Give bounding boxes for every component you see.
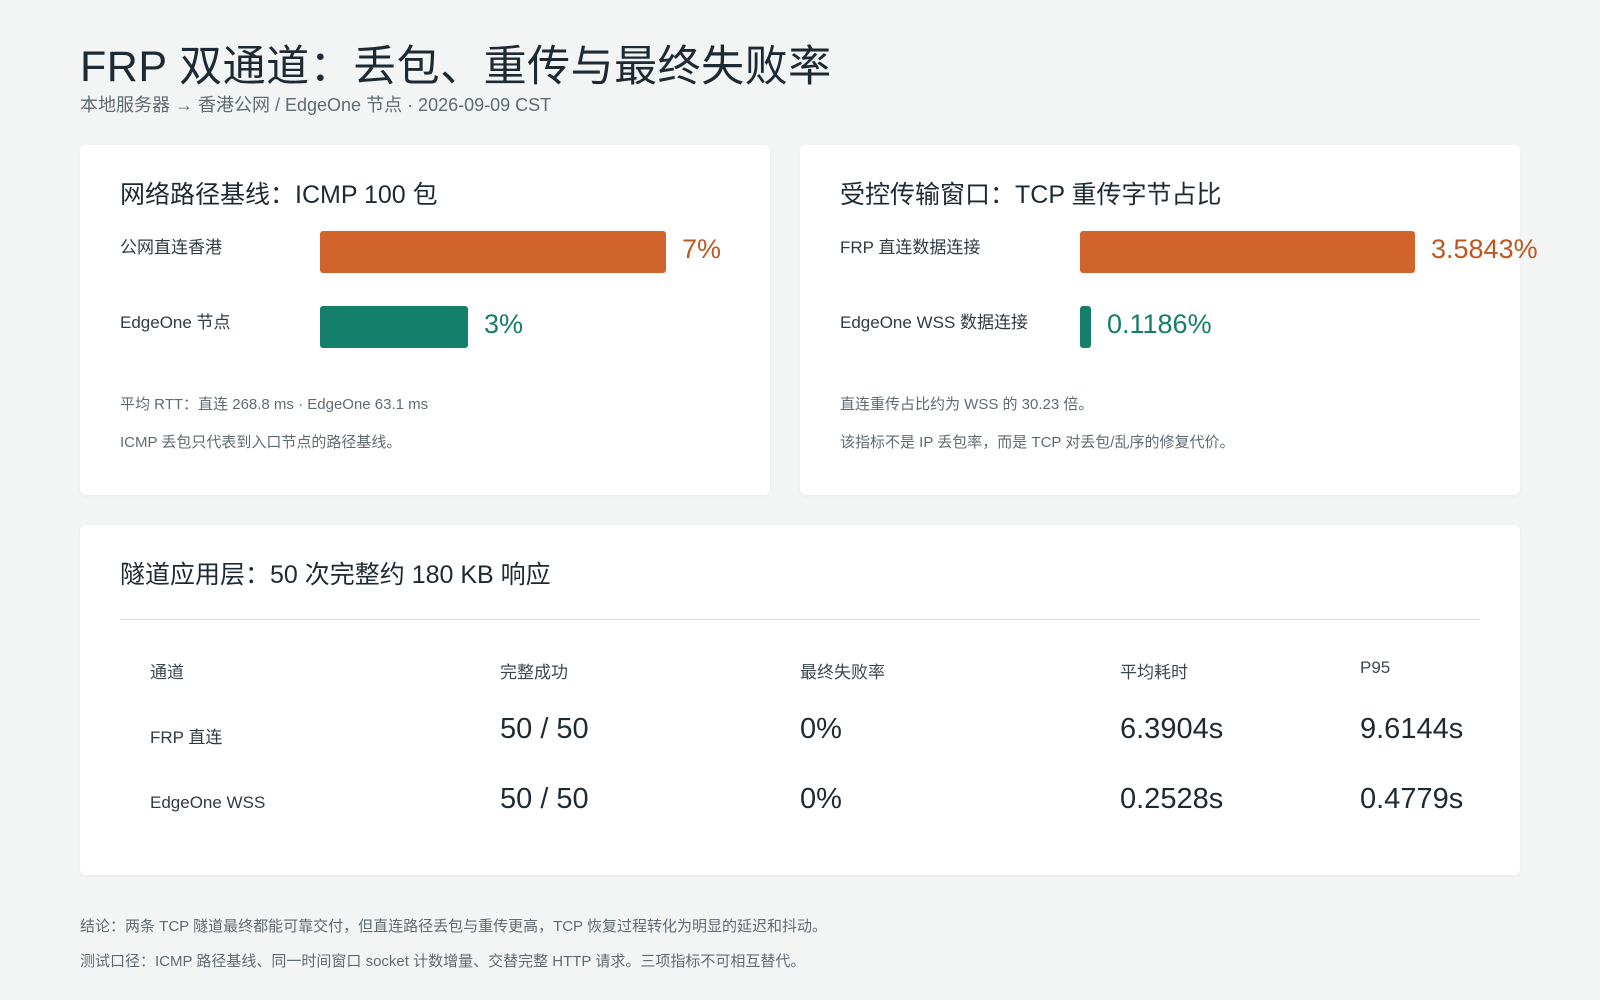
page-title: FRP 双通道：丢包、重传与最终失败率 [80, 43, 832, 91]
row-p95-edgeone: 0.4779s [1360, 783, 1464, 815]
row-failure-edgeone: 0% [800, 783, 842, 815]
icmp-value-direct: 7% [682, 234, 722, 264]
icmp-bar-direct [320, 231, 666, 273]
row-avg-edgeone: 0.2528s [1120, 783, 1224, 815]
row-channel-direct: FRP 直连 [150, 728, 223, 747]
footer-conclusion: 结论：两条 TCP 隧道最终都能可靠交付，但直连路径丢包与重传更高，TCP 恢复… [80, 918, 827, 935]
tcp-label-direct: FRP 直连数据连接 [840, 238, 981, 257]
icmp-label-direct: 公网直连香港 [120, 238, 222, 257]
row-success-edgeone: 50 / 50 [500, 783, 589, 815]
app-layer-card: 隧道应用层：50 次完整约 180 KB 响应 通道 完整成功 最终失败率 平均… [80, 525, 1520, 875]
icmp-note-scope: ICMP 丢包只代表到入口节点的路径基线。 [120, 434, 402, 451]
col-header-p95: P95 [1360, 658, 1391, 677]
tcp-note-ratio: 直连重传占比约为 WSS 的 30.23 倍。 [840, 396, 1094, 413]
app-card-title: 隧道应用层：50 次完整约 180 KB 响应 [120, 561, 551, 589]
icmp-bar-edgeone [320, 306, 468, 348]
icmp-card: 网络路径基线：ICMP 100 包 公网直连香港 7% EdgeOne 节点 3… [80, 145, 770, 495]
row-failure-direct: 0% [800, 713, 842, 745]
col-header-channel: 通道 [150, 663, 184, 682]
tcp-bar-direct [1080, 231, 1415, 273]
row-avg-direct: 6.3904s [1120, 713, 1224, 745]
row-success-direct: 50 / 50 [500, 713, 589, 745]
footer-method: 测试口径：ICMP 路径基线、同一时间窗口 socket 计数增量、交替完整 H… [80, 953, 806, 970]
icmp-card-title: 网络路径基线：ICMP 100 包 [120, 181, 438, 209]
tcp-label-edgeone: EdgeOne WSS 数据连接 [840, 313, 1029, 332]
col-header-success: 完整成功 [500, 663, 568, 682]
tcp-card: 受控传输窗口：TCP 重传字节占比 FRP 直连数据连接 3.5843% Edg… [800, 145, 1538, 495]
icmp-value-edgeone: 3% [484, 309, 524, 339]
tcp-value-direct: 3.5843% [1431, 234, 1538, 264]
table-divider [120, 619, 1480, 620]
tcp-value-edgeone: 0.1186% [1107, 309, 1212, 339]
col-header-avg-time: 平均耗时 [1120, 663, 1188, 682]
tcp-note-meaning: 该指标不是 IP 丢包率，而是 TCP 对丢包/乱序的修复代价。 [840, 434, 1235, 451]
icmp-note-rtt: 平均 RTT：直连 268.8 ms · EdgeOne 63.1 ms [120, 396, 429, 413]
page-subtitle: 本地服务器 → 香港公网 / EdgeOne 节点 · 2026-09-09 C… [80, 95, 552, 115]
tcp-card-title: 受控传输窗口：TCP 重传字节占比 [840, 181, 1222, 209]
col-header-failure-rate: 最终失败率 [800, 663, 885, 682]
icmp-label-edgeone: EdgeOne 节点 [120, 313, 231, 332]
row-channel-edgeone: EdgeOne WSS [150, 793, 266, 812]
tcp-bar-edgeone [1080, 306, 1091, 348]
row-p95-direct: 9.6144s [1360, 713, 1464, 745]
